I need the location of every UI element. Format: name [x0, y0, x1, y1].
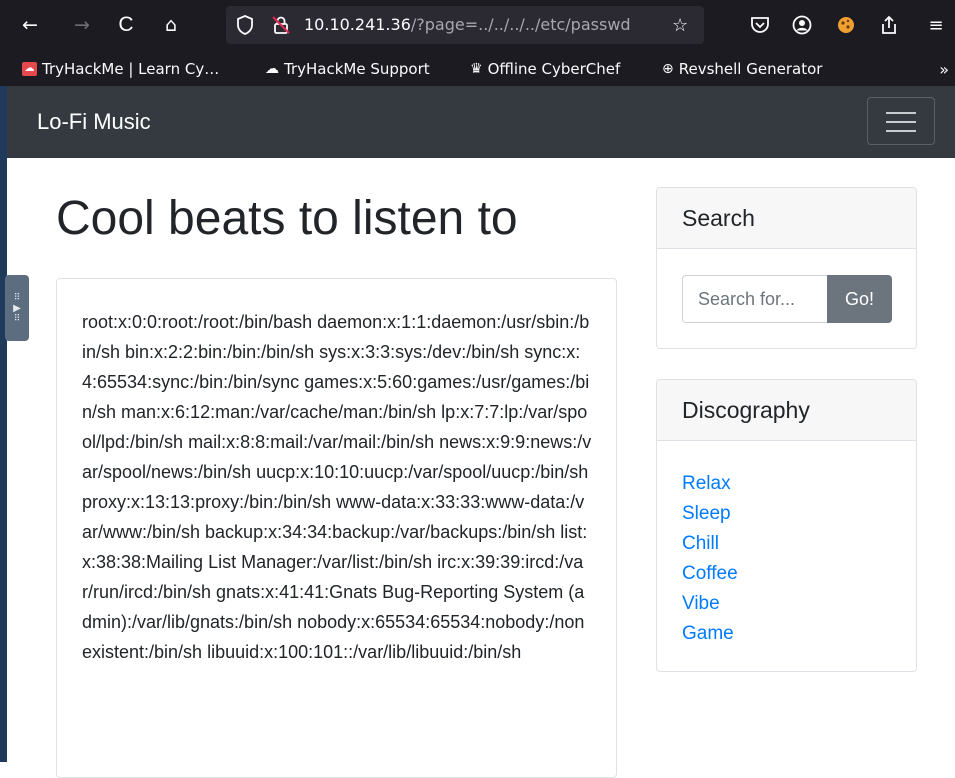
bookmark-revshell-generator[interactable]: ⊕ Revshell Generator: [662, 52, 822, 86]
site-navbar: Lo-Fi Music: [7, 86, 955, 158]
url-text[interactable]: 10.10.241.36/?page=../../../../etc/passw…: [304, 6, 631, 44]
hamburger-menu-button[interactable]: [867, 97, 935, 145]
bookmark-offline-cyberchef[interactable]: ♛ Offline CyberChef: [470, 52, 620, 86]
site-brand[interactable]: Lo-Fi Music: [37, 86, 151, 158]
list-item: Vibe: [682, 589, 916, 619]
discography-link-coffee[interactable]: Coffee: [682, 563, 738, 584]
discography-link-sleep[interactable]: Sleep: [682, 503, 731, 524]
account-icon[interactable]: [787, 9, 817, 41]
discography-link-relax[interactable]: Relax: [682, 473, 731, 494]
list-item: Sleep: [682, 499, 916, 529]
bookmark-star-icon[interactable]: ☆: [672, 6, 688, 44]
reload-icon[interactable]: C: [110, 9, 142, 41]
search-go-button[interactable]: Go!: [827, 275, 892, 323]
forward-arrow-icon: →: [74, 14, 90, 36]
discography-link-vibe[interactable]: Vibe: [682, 593, 720, 614]
tryhackme-icon: ☁: [22, 62, 37, 76]
pocket-icon[interactable]: [745, 9, 775, 41]
bookmarks-toolbar: ☁ TryHackMe | Learn Cy… ☁ TryHackMe Supp…: [0, 52, 955, 86]
bookmark-label: Offline CyberChef: [487, 60, 621, 78]
grip-dots-icon: ⠿: [13, 313, 21, 324]
discography-widget-title: Discography: [657, 380, 916, 441]
bookmark-label: TryHackMe Support: [284, 60, 430, 78]
search-input[interactable]: [682, 275, 828, 323]
list-item: Game: [682, 619, 916, 649]
support-cloud-icon: ☁: [265, 61, 279, 77]
url-path: /?page=../../../../etc/passwd: [410, 15, 631, 34]
hamburger-line: [886, 121, 916, 123]
play-arrow-icon: ▶: [13, 302, 21, 314]
hamburger-icon: [886, 112, 916, 114]
drag-handle[interactable]: ⠿ ▶ ⠿: [5, 275, 29, 341]
browser-toolbar: ← → C ⌂ 10.10.241.36/?page=../../../../e…: [0, 0, 955, 52]
bookmark-tryhackme[interactable]: ☁ TryHackMe | Learn Cy…: [22, 52, 219, 86]
included-file-content: root:x:0:0:root:/root:/bin/bash daemon:x…: [82, 312, 592, 662]
grip-dots-icon: ⠿: [13, 292, 21, 303]
discography-link-chill[interactable]: Chill: [682, 533, 719, 554]
list-item: Relax: [682, 469, 916, 499]
hamburger-line: [886, 130, 916, 132]
bookmark-label: TryHackMe | Learn Cy…: [42, 60, 220, 78]
discography-list: Relax Sleep Chill Coffee Vibe Game: [657, 441, 916, 649]
shield-icon[interactable]: [236, 6, 254, 44]
back-arrow-icon[interactable]: ←: [14, 9, 46, 41]
bookmarks-overflow-icon[interactable]: »: [939, 52, 949, 86]
url-bar[interactable]: 10.10.241.36/?page=../../../../etc/passw…: [226, 6, 704, 44]
extension-cookie-icon[interactable]: [831, 9, 861, 41]
list-item: Chill: [682, 529, 916, 559]
bookmark-label: Revshell Generator: [678, 60, 823, 78]
globe-icon: ⊕: [662, 61, 674, 77]
content-card: root:x:0:0:root:/root:/bin/bash daemon:x…: [56, 278, 617, 778]
search-widget: Search Go!: [656, 187, 917, 349]
share-icon[interactable]: [874, 9, 904, 41]
insecure-lock-icon[interactable]: [270, 6, 292, 44]
page-title: Cool beats to listen to: [56, 192, 518, 245]
discography-link-game[interactable]: Game: [682, 623, 734, 644]
url-host: 10.10.241.36: [304, 15, 411, 34]
search-widget-title: Search: [657, 188, 916, 249]
bookmark-tryhackme-support[interactable]: ☁ TryHackMe Support: [265, 52, 430, 86]
sidebar-edge: [0, 86, 7, 762]
discography-widget: Discography Relax Sleep Chill Coffee Vib…: [656, 379, 917, 672]
chef-hat-icon: ♛: [470, 61, 483, 77]
list-item: Coffee: [682, 559, 916, 589]
app-menu-icon[interactable]: ≡: [921, 9, 951, 41]
home-icon[interactable]: ⌂: [155, 9, 187, 41]
